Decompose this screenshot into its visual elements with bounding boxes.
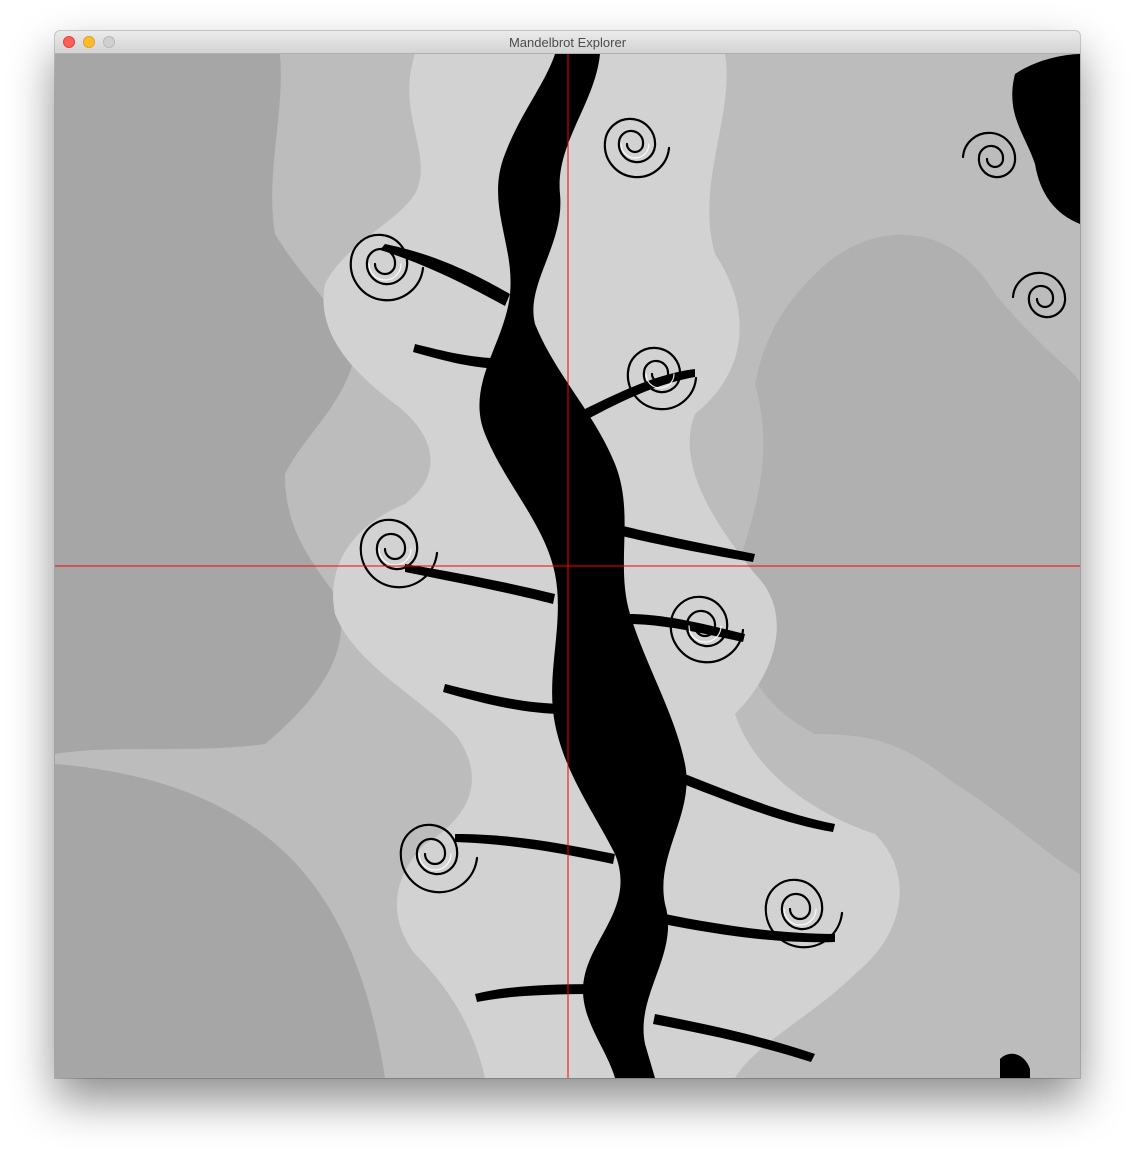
fractal-image <box>55 54 1080 1078</box>
titlebar[interactable]: Mandelbrot Explorer <box>55 31 1080 54</box>
window-title: Mandelbrot Explorer <box>508 35 627 50</box>
fractal-canvas[interactable] <box>55 54 1080 1078</box>
app-window: Mandelbrot Explorer <box>55 31 1080 1078</box>
